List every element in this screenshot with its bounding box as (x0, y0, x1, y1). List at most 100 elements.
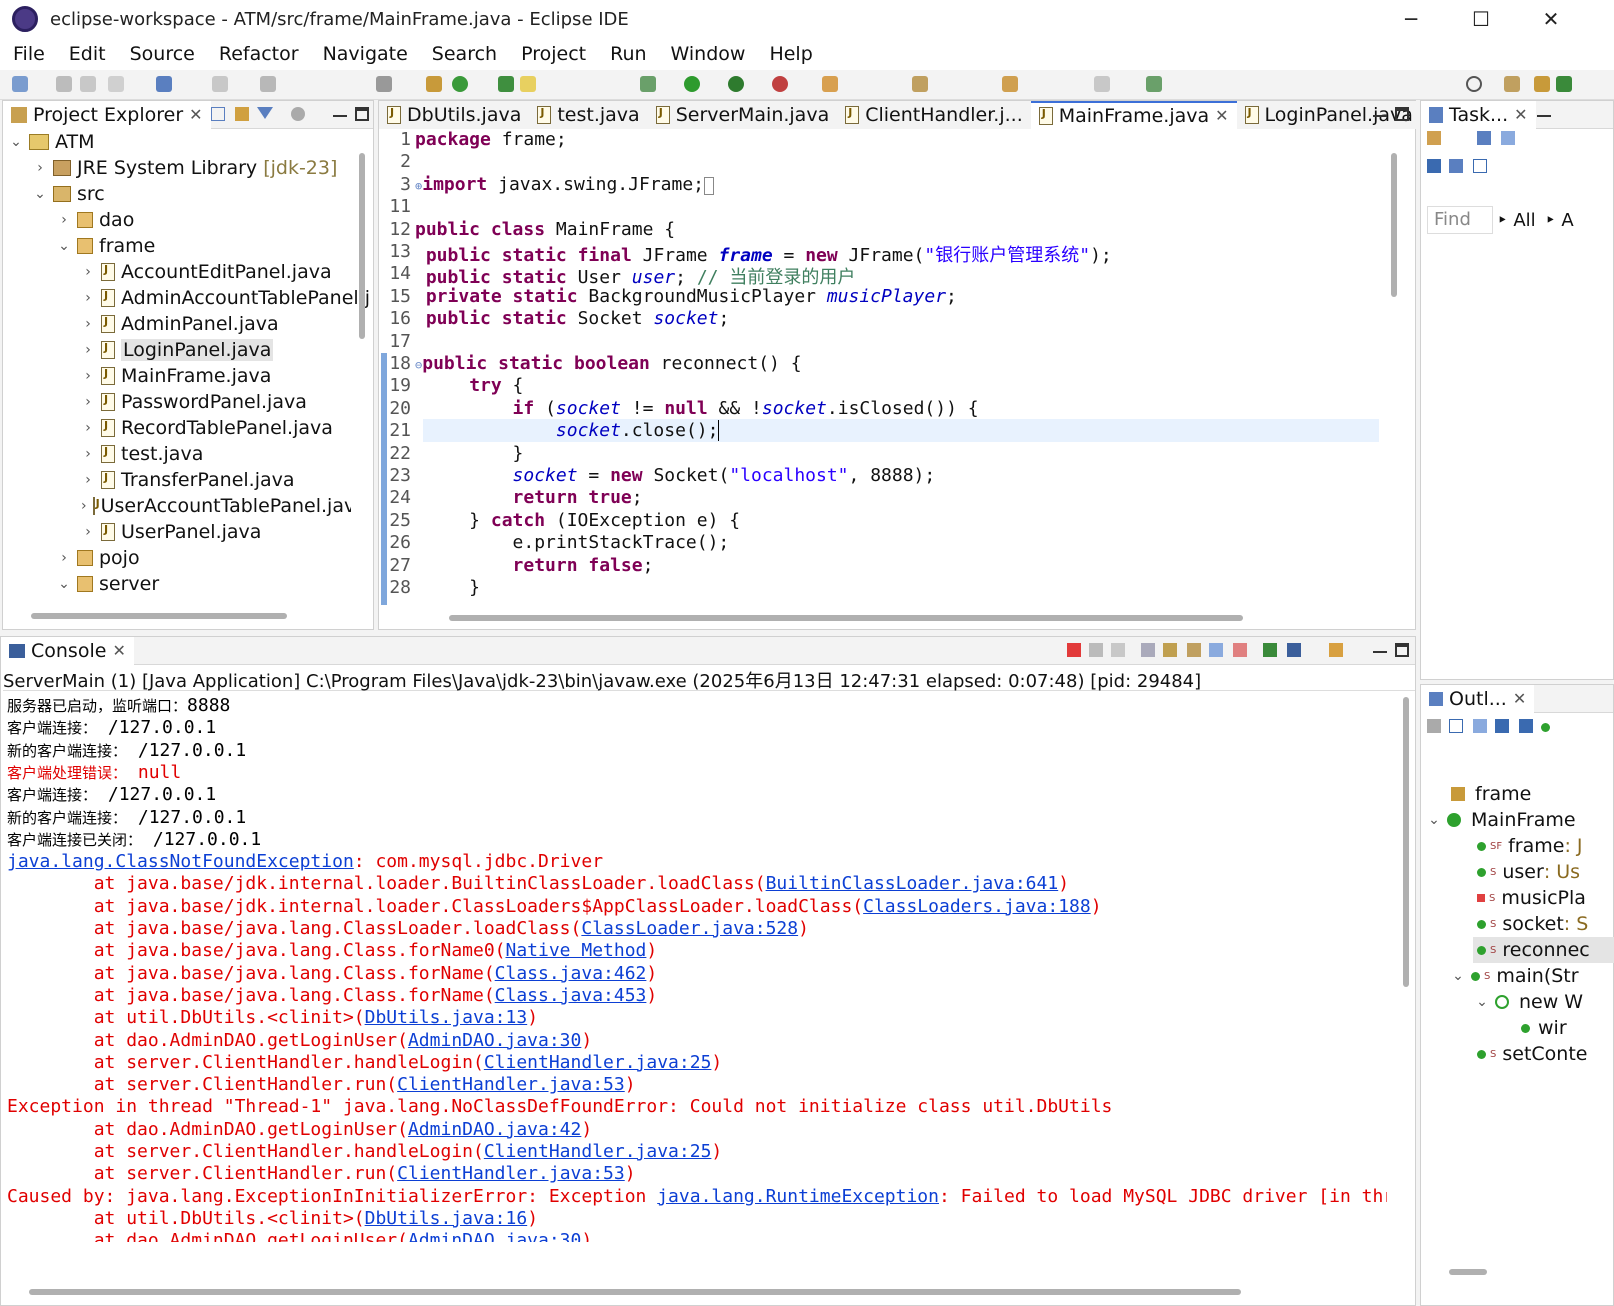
close-icon[interactable]: ✕ (112, 641, 125, 660)
tree-item-pojo[interactable]: › pojo (57, 545, 139, 571)
console-line[interactable]: at dao.AdminDAO.getLoginUser(AdminDAO.ja… (7, 1030, 593, 1052)
code-line[interactable]: 20 if (socket != null && !socket.isClose… (379, 398, 1379, 420)
menu-window[interactable]: Window (658, 43, 757, 65)
code-line[interactable]: 12 public class MainFrame { (379, 219, 1379, 241)
code-line[interactable]: 26 e.printStackTrace(); (379, 532, 1379, 554)
tree-item-userpanel[interactable]: › UserPanel.java (81, 519, 261, 545)
menu-refactor[interactable]: Refactor (206, 43, 310, 65)
show-stdout-icon[interactable] (1209, 643, 1223, 657)
chevron-right-icon[interactable]: › (57, 550, 71, 566)
highlight-icon[interactable] (520, 76, 536, 92)
chevron-down-icon[interactable]: ⌄ (1451, 968, 1465, 984)
debug-icon[interactable] (640, 76, 656, 92)
collapse-all-icon[interactable] (1473, 159, 1487, 173)
tree-item-jre[interactable]: › JRE System Library [jdk-23] (33, 155, 337, 181)
outline-item-method[interactable]: S reconnec (1473, 937, 1614, 963)
outline-item-anonymous[interactable]: ⌄ new W (1475, 989, 1583, 1015)
terminal-icon[interactable] (156, 76, 172, 92)
new-icon[interactable] (12, 76, 28, 92)
outline-item-method[interactable]: S setConte (1477, 1041, 1587, 1067)
search-icon[interactable] (1466, 76, 1482, 92)
chevron-down-icon[interactable]: ⌄ (1427, 812, 1441, 828)
outline-item-method[interactable]: ⌄ S main(Str (1451, 963, 1578, 989)
remove-launch-icon[interactable] (1089, 643, 1103, 657)
horizontal-scrollbar[interactable] (29, 1289, 1241, 1295)
chevron-right-icon[interactable]: › (33, 160, 47, 176)
code-line[interactable]: 23 socket = new Socket("localhost", 8888… (379, 465, 1379, 487)
outline-item-class[interactable]: ⌄ MainFrame (1427, 807, 1575, 833)
open-type-icon[interactable] (498, 76, 514, 92)
outline-item-method[interactable]: wir (1521, 1015, 1567, 1041)
code-line[interactable]: 25 } catch (IOException e) { (379, 510, 1379, 532)
tree-item-server[interactable]: ⌄ server (57, 571, 159, 597)
console-line[interactable]: at dao.AdminDAO.getLoginUser(AdminDAO.ja… (7, 1230, 593, 1242)
console-line[interactable]: at server.ClientHandler.run(ClientHandle… (7, 1163, 636, 1185)
console-line[interactable]: java.lang.ClassNotFoundException: com.my… (7, 851, 603, 873)
new-class-icon[interactable] (452, 76, 468, 92)
chevron-right-icon[interactable]: › (81, 368, 95, 384)
tree-item-loginpanel[interactable]: › LoginPanel.java (81, 337, 274, 363)
new-task-icon[interactable] (1427, 131, 1441, 145)
terminate-icon[interactable] (260, 76, 276, 92)
chevron-right-icon[interactable]: › (81, 420, 95, 436)
chevron-down-icon[interactable]: ⌄ (9, 134, 23, 150)
chevron-down-icon[interactable]: ⌄ (57, 238, 71, 254)
console-line[interactable]: at server.ClientHandler.run(ClientHandle… (7, 1074, 636, 1096)
java-ee-perspective-icon[interactable] (1534, 76, 1550, 92)
resume-icon[interactable] (212, 76, 228, 92)
schedule-icon[interactable] (1501, 131, 1515, 145)
chevron-right-icon[interactable]: › (81, 524, 95, 540)
code-line[interactable]: 11 (379, 196, 1379, 218)
tree-item-recordtablepanel[interactable]: › RecordTablePanel.java (81, 415, 333, 441)
terminate-icon[interactable] (1067, 643, 1081, 657)
save-icon[interactable] (56, 76, 72, 92)
display-console-icon[interactable] (1287, 643, 1301, 657)
external-tools-icon[interactable] (772, 76, 788, 92)
menu-file[interactable]: File (0, 43, 56, 65)
code-line[interactable]: 22 } (379, 443, 1379, 465)
code-line[interactable]: 17 (379, 331, 1379, 353)
remove-all-icon[interactable] (1111, 643, 1125, 657)
tree-item-useraccounttablepanel[interactable]: › UserAccountTablePanel.java (81, 493, 351, 519)
tab-loginpanel[interactable]: LoginPanel.java (1236, 100, 1421, 129)
back-icon[interactable] (1002, 76, 1018, 92)
close-icon[interactable]: ✕ (1514, 105, 1527, 124)
undo-icon[interactable] (108, 76, 124, 92)
chevron-down-icon[interactable]: ⌄ (57, 576, 71, 592)
chevron-right-icon[interactable]: › (57, 212, 71, 228)
maximize-button[interactable]: ☐ (1446, 0, 1516, 38)
chevron-down-icon[interactable]: ⌄ (1475, 994, 1489, 1010)
focus-icon[interactable] (1427, 159, 1441, 173)
menu-search[interactable]: Search (419, 43, 508, 65)
outline-item-field[interactable]: S user : Us (1477, 859, 1580, 885)
console-line[interactable]: at java.base/java.lang.Class.forName0(Na… (7, 940, 658, 962)
code-line[interactable]: 13 public static final JFrame frame = ne… (379, 241, 1379, 266)
sort-icon[interactable] (1449, 719, 1463, 733)
minimize-view-icon[interactable] (1373, 643, 1387, 653)
tab-console[interactable]: Console ✕ (1, 636, 134, 665)
maximize-view-icon[interactable] (355, 107, 369, 121)
open-console-icon[interactable] (1329, 643, 1343, 657)
code-line[interactable]: 28 } (379, 577, 1379, 599)
minimize-view-icon[interactable] (1537, 107, 1551, 117)
horizontal-scrollbar[interactable] (31, 613, 287, 619)
hide-fields-icon[interactable] (1473, 719, 1487, 733)
find-input[interactable]: Find (1427, 206, 1493, 234)
hide-nonpublic-icon[interactable] (1519, 719, 1533, 733)
menu-edit[interactable]: Edit (56, 43, 117, 65)
code-line[interactable]: 18 ⊖public static boolean reconnect() { (379, 353, 1379, 375)
tree-item-accounteditpanel[interactable]: › AccountEditPanel.java (81, 259, 331, 285)
console-line[interactable]: at java.base/java.lang.Class.forName(Cla… (7, 985, 658, 1007)
tab-dbutils[interactable]: DbUtils.java (379, 100, 530, 129)
next-annotation-icon[interactable] (912, 76, 928, 92)
outline-item-field[interactable]: S musicPla (1477, 885, 1586, 911)
code-line[interactable]: 14 public static User user; // 当前登录的用户 (379, 263, 1379, 288)
clear-console-icon[interactable] (1141, 643, 1155, 657)
code-line[interactable]: 1 package frame; (379, 129, 1379, 151)
tree-item-dao[interactable]: › dao (57, 207, 134, 233)
tree-item-mainframe[interactable]: › MainFrame.java (81, 363, 271, 389)
vertical-scrollbar[interactable] (359, 153, 365, 339)
chevron-right-icon[interactable]: › (81, 264, 95, 280)
chevron-right-icon[interactable]: › (81, 316, 95, 332)
vertical-scrollbar[interactable] (1391, 153, 1397, 297)
